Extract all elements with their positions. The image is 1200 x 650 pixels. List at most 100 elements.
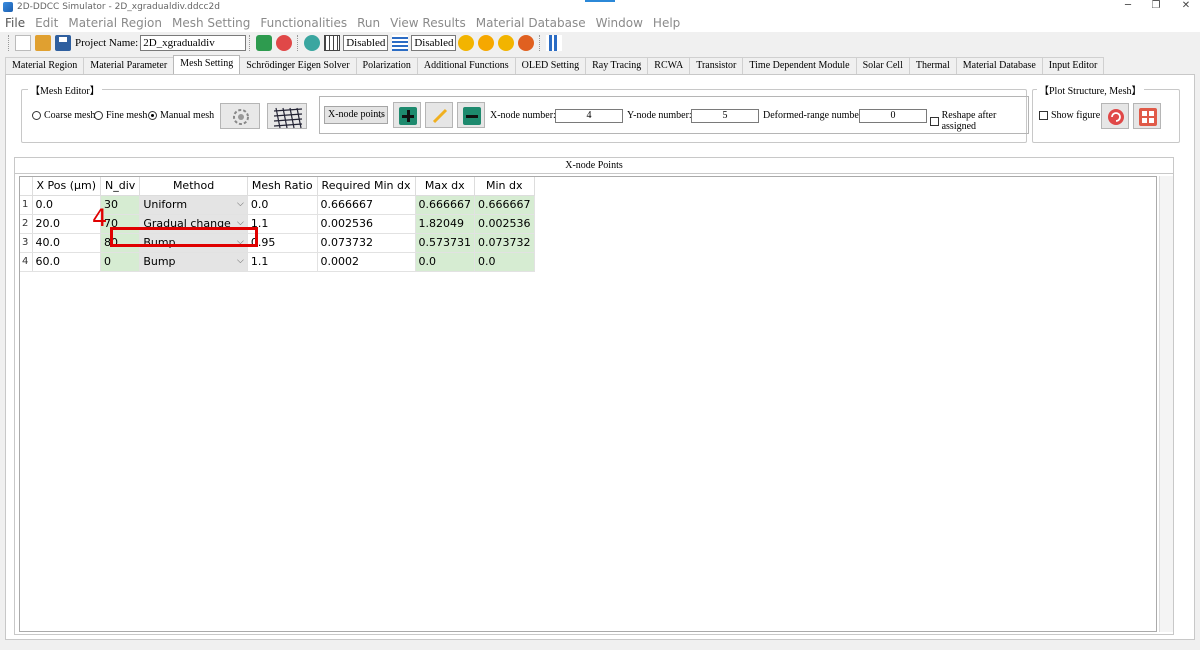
project-name-input[interactable]: 2D_xgradualdiv [140, 35, 247, 51]
menu-material-region[interactable]: Material Region [68, 16, 162, 30]
add-node-button[interactable] [393, 102, 421, 128]
run-settings-icon[interactable] [304, 35, 321, 51]
list-icon[interactable] [392, 35, 409, 51]
mesh-settings-button[interactable] [220, 103, 260, 129]
cell-required-min-dx[interactable]: 0.666667 [317, 195, 416, 215]
new-file-icon[interactable] [15, 35, 31, 51]
cell-required-min-dx[interactable]: 0.073732 [317, 233, 416, 253]
cell-required-min-dx[interactable]: 0.002536 [317, 214, 416, 234]
minus-icon [463, 107, 481, 125]
run-step-icon[interactable] [498, 35, 515, 51]
cell-mesh-ratio[interactable]: 1.1 [247, 214, 318, 234]
refresh-structure-icon[interactable] [256, 35, 273, 51]
cell-min-dx: 0.666667 [474, 195, 535, 215]
fine-mesh-radio[interactable]: Fine mesh [94, 110, 147, 121]
menu-functionalities[interactable]: Functionalities [260, 16, 347, 30]
grid-layout-button[interactable] [1133, 103, 1161, 129]
coarse-mesh-radio[interactable]: Coarse mesh [32, 110, 95, 121]
coarse-mesh-radio-dot[interactable] [32, 111, 41, 120]
cell-n-div[interactable]: 80 [100, 233, 141, 253]
stop-icon[interactable] [518, 35, 535, 51]
menu-mesh-setting[interactable]: Mesh Setting [172, 16, 250, 30]
reshape-after-assigned-checkbox[interactable]: Reshape after assigned [930, 110, 1028, 132]
cell-x-pos[interactable]: 60.0 [32, 252, 102, 272]
mesh-grid-button[interactable] [267, 103, 307, 129]
tab-polarization[interactable]: Polarization [355, 57, 418, 74]
tab-material-database[interactable]: Material Database [955, 57, 1043, 74]
tab-ray-tracing[interactable]: Ray Tracing [585, 57, 649, 74]
cell-x-pos[interactable]: 40.0 [32, 233, 102, 253]
x-node-table-area: X Pos (μm) N_div Method Mesh Ratio Requi… [19, 176, 1157, 632]
cell-x-pos[interactable]: 0.0 [32, 195, 102, 215]
tab-schrodinger-eigen-solver[interactable]: Schrödinger Eigen Solver [239, 57, 357, 74]
play-icon[interactable] [458, 35, 475, 51]
cell-mesh-ratio[interactable]: 1.1 [247, 252, 318, 272]
cell-method-select[interactable]: Bump ⌵ [139, 252, 248, 272]
chart-icon[interactable] [546, 35, 563, 51]
row-index: 1 [20, 195, 33, 215]
tab-material-region[interactable]: Material Region [5, 57, 85, 74]
refresh-plot-button[interactable] [1101, 103, 1129, 129]
row-header-corner [20, 177, 33, 196]
fast-forward-icon[interactable] [478, 35, 495, 51]
x-node-number-label: X-node number: [490, 110, 556, 121]
cell-mesh-ratio[interactable]: 0.95 [247, 233, 318, 253]
tab-oled-setting[interactable]: OLED Setting [514, 57, 587, 74]
menu-help[interactable]: Help [653, 16, 680, 30]
tab-input-editor[interactable]: Input Editor [1041, 57, 1105, 74]
fine-mesh-radio-dot[interactable] [94, 111, 103, 120]
node-type-select[interactable]: X-node points ⌵ [324, 106, 388, 124]
tab-time-dependent-module[interactable]: Time Dependent Module [742, 57, 857, 74]
open-folder-icon[interactable] [35, 35, 51, 51]
cell-mesh-ratio[interactable]: 0.0 [247, 195, 318, 215]
header-method: Method [139, 177, 248, 196]
minimize-button[interactable]: ─ [1118, 0, 1138, 14]
mesh-grid-icon[interactable] [324, 35, 341, 51]
show-figure-checkbox[interactable]: Show figure [1039, 110, 1100, 121]
remove-node-button[interactable] [457, 102, 485, 128]
header-x-pos: X Pos (μm) [32, 177, 102, 196]
tab-additional-functions[interactable]: Additional Functions [416, 57, 516, 74]
restore-button[interactable]: ❐ [1146, 0, 1166, 14]
cell-method-select[interactable]: Bump ⌵ [139, 233, 248, 253]
tab-rcwa[interactable]: RCWA [647, 57, 691, 74]
deformed-range-input[interactable]: 0 [859, 109, 927, 123]
tab-solar-cell[interactable]: Solar Cell [855, 57, 910, 74]
cell-n-div[interactable]: 0 [100, 252, 141, 272]
method-value: Bump [143, 236, 176, 249]
cell-min-dx: 0.002536 [474, 214, 535, 234]
tab-mesh-setting[interactable]: Mesh Setting [173, 55, 241, 74]
plus-icon [399, 107, 417, 125]
menu-file[interactable]: File [5, 16, 25, 30]
menu-view-results[interactable]: View Results [390, 16, 466, 30]
menu-window[interactable]: Window [596, 16, 643, 30]
save-icon[interactable] [55, 35, 71, 51]
title-bar: 2D-DDCC Simulator - 2D_xgradualdiv.ddcc2… [0, 0, 1200, 14]
x-node-number-input[interactable]: 4 [555, 109, 623, 123]
reshape-checkbox-box[interactable] [930, 116, 939, 126]
project-name-label: Project Name: [75, 37, 139, 49]
deformed-range-label: Deformed-range number: [763, 110, 865, 121]
manual-mesh-radio-dot[interactable] [148, 111, 157, 120]
vertical-scrollbar[interactable] [1159, 176, 1173, 632]
manual-mesh-radio[interactable]: Manual mesh [148, 110, 214, 121]
cell-required-min-dx[interactable]: 0.0002 [317, 252, 416, 272]
menu-material-database[interactable]: Material Database [476, 16, 586, 30]
menu-run[interactable]: Run [357, 16, 380, 30]
cell-x-pos[interactable]: 20.0 [32, 214, 102, 234]
y-node-number-input[interactable]: 5 [691, 109, 759, 123]
tab-transistor[interactable]: Transistor [689, 57, 744, 74]
reload-icon[interactable] [276, 35, 293, 51]
toolbar-separator [249, 35, 251, 51]
menu-edit[interactable]: Edit [35, 16, 58, 30]
show-figure-box[interactable] [1039, 111, 1048, 120]
tab-material-parameter[interactable]: Material Parameter [83, 57, 175, 74]
tab-thermal[interactable]: Thermal [908, 57, 957, 74]
edit-node-button[interactable] [425, 102, 453, 128]
chevron-down-icon: ⌵ [237, 217, 244, 228]
cell-method-select[interactable]: Uniform ⌵ [139, 195, 248, 215]
show-figure-label: Show figure [1051, 110, 1101, 121]
row-index: 2 [20, 214, 33, 234]
cell-method-select[interactable]: Gradual change ⌵ [139, 214, 248, 234]
close-button[interactable]: ✕ [1176, 0, 1196, 14]
